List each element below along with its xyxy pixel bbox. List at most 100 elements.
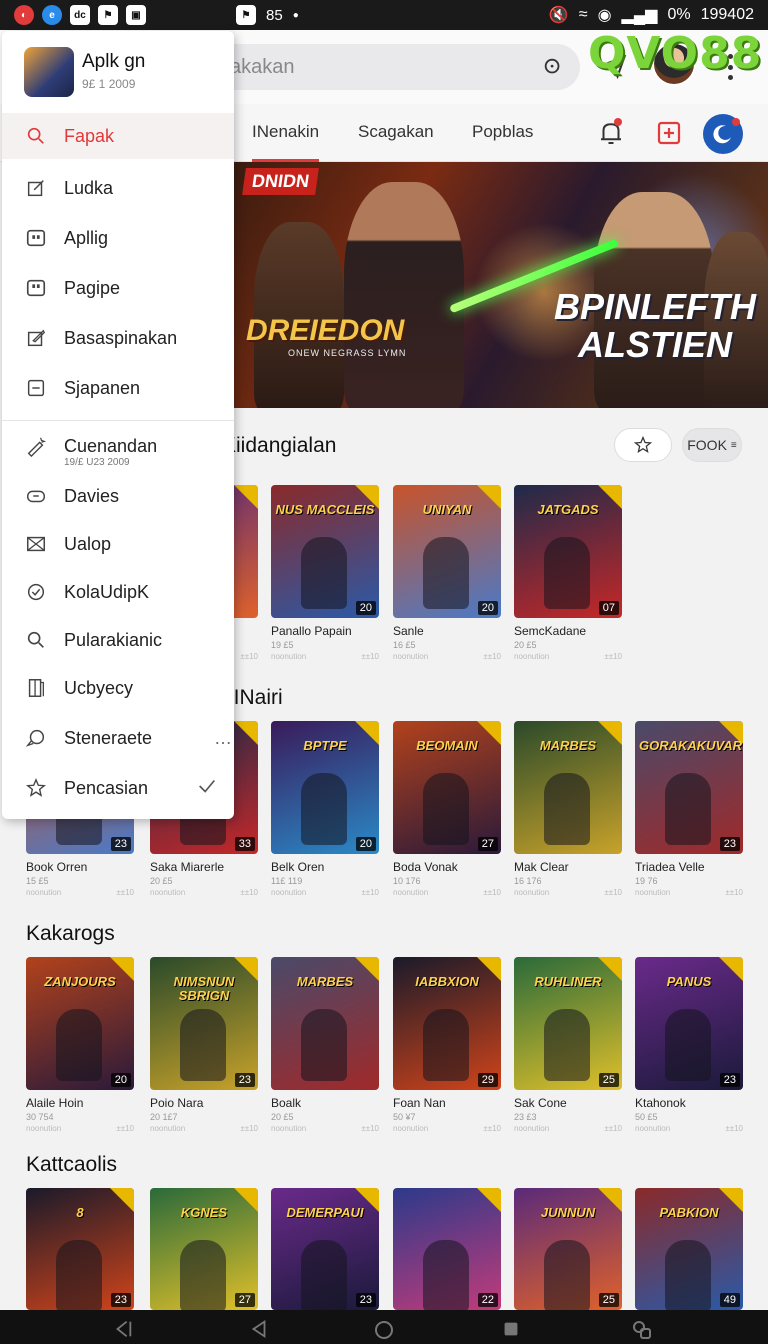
search-icon[interactable]	[542, 56, 564, 78]
game-name: Boda Vonak	[393, 860, 458, 874]
game-meta-right: ±±10	[483, 1124, 501, 1133]
game-thumbnail[interactable]: KGNES 27	[150, 1188, 258, 1310]
game-card[interactable]: MARBES Boalk 20 £5 noonution ±±10	[271, 957, 379, 1133]
drawer-item-pularakianic[interactable]: Pularakianic	[2, 617, 234, 663]
game-meta-sub: noonution	[514, 888, 550, 897]
banner-subtitle: ONEW NEGRASS LYMN	[288, 348, 407, 358]
search-bar[interactable]: akakan	[200, 44, 580, 90]
game-meta-right: ±±10	[483, 652, 501, 661]
filter-button[interactable]	[614, 428, 672, 462]
game-card[interactable]: 8 23	[26, 1188, 134, 1310]
game-card[interactable]: NIMSNUN SBRIGN 23 Poio Nara 20 1£7 noonution…	[150, 957, 258, 1133]
game-thumbnail[interactable]: 8 23	[26, 1188, 134, 1310]
drawer-item-cuenandan[interactable]: Cuenandan 19/£ U23 2009	[2, 423, 234, 469]
search-icon	[24, 124, 48, 148]
game-meta: 20 £5	[271, 1112, 294, 1122]
section-title: Kiidangialan	[222, 434, 337, 457]
game-card[interactable]: BPTPE 20 Belk Oren 11£ 119 noonution ±±10	[271, 721, 379, 897]
game-thumbnail[interactable]: NUS MACCLEIS 20	[271, 485, 379, 618]
game-card[interactable]: NUS MACCLEIS 20 Panallo Papain 19 £5 noonuti…	[271, 485, 379, 661]
game-rating-badge: 27	[234, 1293, 255, 1307]
game-name: Mak Clear	[514, 860, 569, 874]
game-thumbnail[interactable]: ZANJOURS 20	[26, 957, 134, 1090]
wand-icon	[24, 434, 48, 458]
drawer-item-davies[interactable]: Davies	[2, 473, 234, 519]
drawer-item-ludka[interactable]: Ludka	[2, 165, 234, 211]
sort-dropdown[interactable]: FOOK ≡	[682, 428, 742, 462]
assistant-icon[interactable]	[630, 1318, 654, 1342]
game-name: Ktahonok	[635, 1096, 686, 1110]
drawer-item-pagipe[interactable]: Pagipe	[2, 265, 234, 311]
drawer-item-apllig[interactable]: Apllig	[2, 215, 234, 261]
game-thumbnail-title: BEOMAIN	[416, 738, 478, 753]
game-meta-sub: noonution	[514, 1124, 550, 1133]
checkmark-icon	[196, 775, 218, 802]
drawer-item-pencasian[interactable]: Pencasian	[2, 765, 234, 811]
game-meta-sub: noonution	[393, 888, 429, 897]
more-menu-icon[interactable]	[728, 54, 736, 80]
game-meta: 30 754	[26, 1112, 54, 1122]
drawer-item-steneraete[interactable]: Steneraete…	[2, 715, 234, 761]
game-rating-badge: 20	[355, 837, 376, 851]
back-triangle-icon[interactable]	[248, 1318, 270, 1340]
add-square-icon[interactable]	[654, 118, 684, 148]
game-thumbnail[interactable]: RUHLINER 25	[514, 957, 622, 1090]
game-thumbnail[interactable]: MARBES	[514, 721, 622, 854]
recents-icon[interactable]	[500, 1318, 522, 1340]
drawer-item-kolaudipk[interactable]: KolaUdipK	[2, 569, 234, 615]
game-card[interactable]: 22	[393, 1188, 501, 1310]
game-thumbnail[interactable]: UNIYAN 20	[393, 485, 501, 618]
game-thumbnail[interactable]: BPTPE 20	[271, 721, 379, 854]
navigation-drawer: Aplk gn 9£ 1 2009 Fapak Ludka Apllig Pagipe…	[2, 31, 234, 819]
game-thumbnail[interactable]: DEMERPAUI 23	[271, 1188, 379, 1310]
game-meta-right: ±±10	[483, 888, 501, 897]
game-thumbnail[interactable]: BEOMAIN 27	[393, 721, 501, 854]
game-card[interactable]: MARBES Mak Clear 16 176 noonution ±±10	[514, 721, 622, 897]
game-thumbnail[interactable]: NIMSNUN SBRIGN 23	[150, 957, 258, 1090]
battery-text: 0%	[667, 6, 691, 23]
game-thumbnail[interactable]: IABBXION 29	[393, 957, 501, 1090]
tab-inenakin[interactable]: INenakin	[252, 122, 320, 162]
home-icon[interactable]	[372, 1318, 396, 1342]
game-card[interactable]: GORAKAKUVAR 23 Triadea Velle 19 76 noonution…	[635, 721, 743, 897]
game-rating-badge: 29	[477, 1073, 498, 1087]
tab-scagakan[interactable]: Scagakan	[358, 122, 434, 142]
drawer-item-sublabel: 19/£ U23 2009	[64, 457, 130, 468]
game-thumbnail[interactable]: 22	[393, 1188, 501, 1310]
game-meta: 16 176	[514, 876, 542, 886]
game-card[interactable]: KGNES 27	[150, 1188, 258, 1310]
game-card[interactable]: ZANJOURS 20 Alaile Hoin 30 754 noonution ±±10	[26, 957, 134, 1133]
drawer-item-fapak[interactable]: Fapak	[2, 113, 234, 159]
game-card[interactable]: RUHLINER 25 Sak Cone 23 £3 noonution ±±10	[514, 957, 622, 1133]
game-card[interactable]: DEMERPAUI 23	[271, 1188, 379, 1310]
drawer-item-sjapanen[interactable]: Sjapanen	[2, 365, 234, 411]
drawer-item-ualop[interactable]: Ualop	[2, 521, 234, 567]
game-thumbnail[interactable]: PABKION 49	[635, 1188, 743, 1310]
game-thumbnail[interactable]: MARBES	[271, 957, 379, 1090]
game-card[interactable]: PANUS 23 Ktahonok 50 £5 noonution ±±10	[635, 957, 743, 1133]
game-meta: 19 £5	[271, 640, 294, 650]
game-card[interactable]: JATGADS 07 SemcKadane 20 £5 noonution ±±10	[514, 485, 622, 661]
game-card[interactable]: JUNNUN 25	[514, 1188, 622, 1310]
game-card[interactable]: UNIYAN 20 Sanle 16 £5 noonution ±±10	[393, 485, 501, 661]
game-meta-sub: noonution	[271, 1124, 307, 1133]
game-thumbnail[interactable]: JATGADS 07	[514, 485, 622, 618]
tab-popblas[interactable]: Popblas	[472, 122, 533, 142]
game-meta-right: ±±10	[361, 888, 379, 897]
game-card[interactable]: BEOMAIN 27 Boda Vonak 10 176 noonution ±±10	[393, 721, 501, 897]
game-meta-sub: noonution	[271, 888, 307, 897]
featured-banner[interactable]: DNIDN DREIEDON ONEW NEGRASS LYMN BPINLEF…	[234, 162, 768, 408]
drawer-item-basaspinakan[interactable]: Basaspinakan	[2, 315, 234, 361]
back-icon[interactable]	[112, 1318, 134, 1340]
game-card[interactable]: IABBXION 29 Foan Nan 50 ¥7 noonution ±±10	[393, 957, 501, 1133]
game-thumbnail-title: KGNES	[180, 1205, 228, 1220]
game-thumbnail[interactable]: JUNNUN 25	[514, 1188, 622, 1310]
game-card[interactable]: PABKION 49	[635, 1188, 743, 1310]
game-rating-badge: 23	[719, 837, 740, 851]
drawer-item-ucbyecy[interactable]: Ucbyecy	[2, 665, 234, 711]
search-input[interactable]: akakan	[230, 56, 295, 79]
game-thumbnail[interactable]: PANUS 23	[635, 957, 743, 1090]
game-name: Triadea Velle	[635, 860, 705, 874]
game-thumbnail[interactable]: GORAKAKUVAR 23	[635, 721, 743, 854]
more-dots-icon[interactable]: …	[214, 728, 232, 749]
